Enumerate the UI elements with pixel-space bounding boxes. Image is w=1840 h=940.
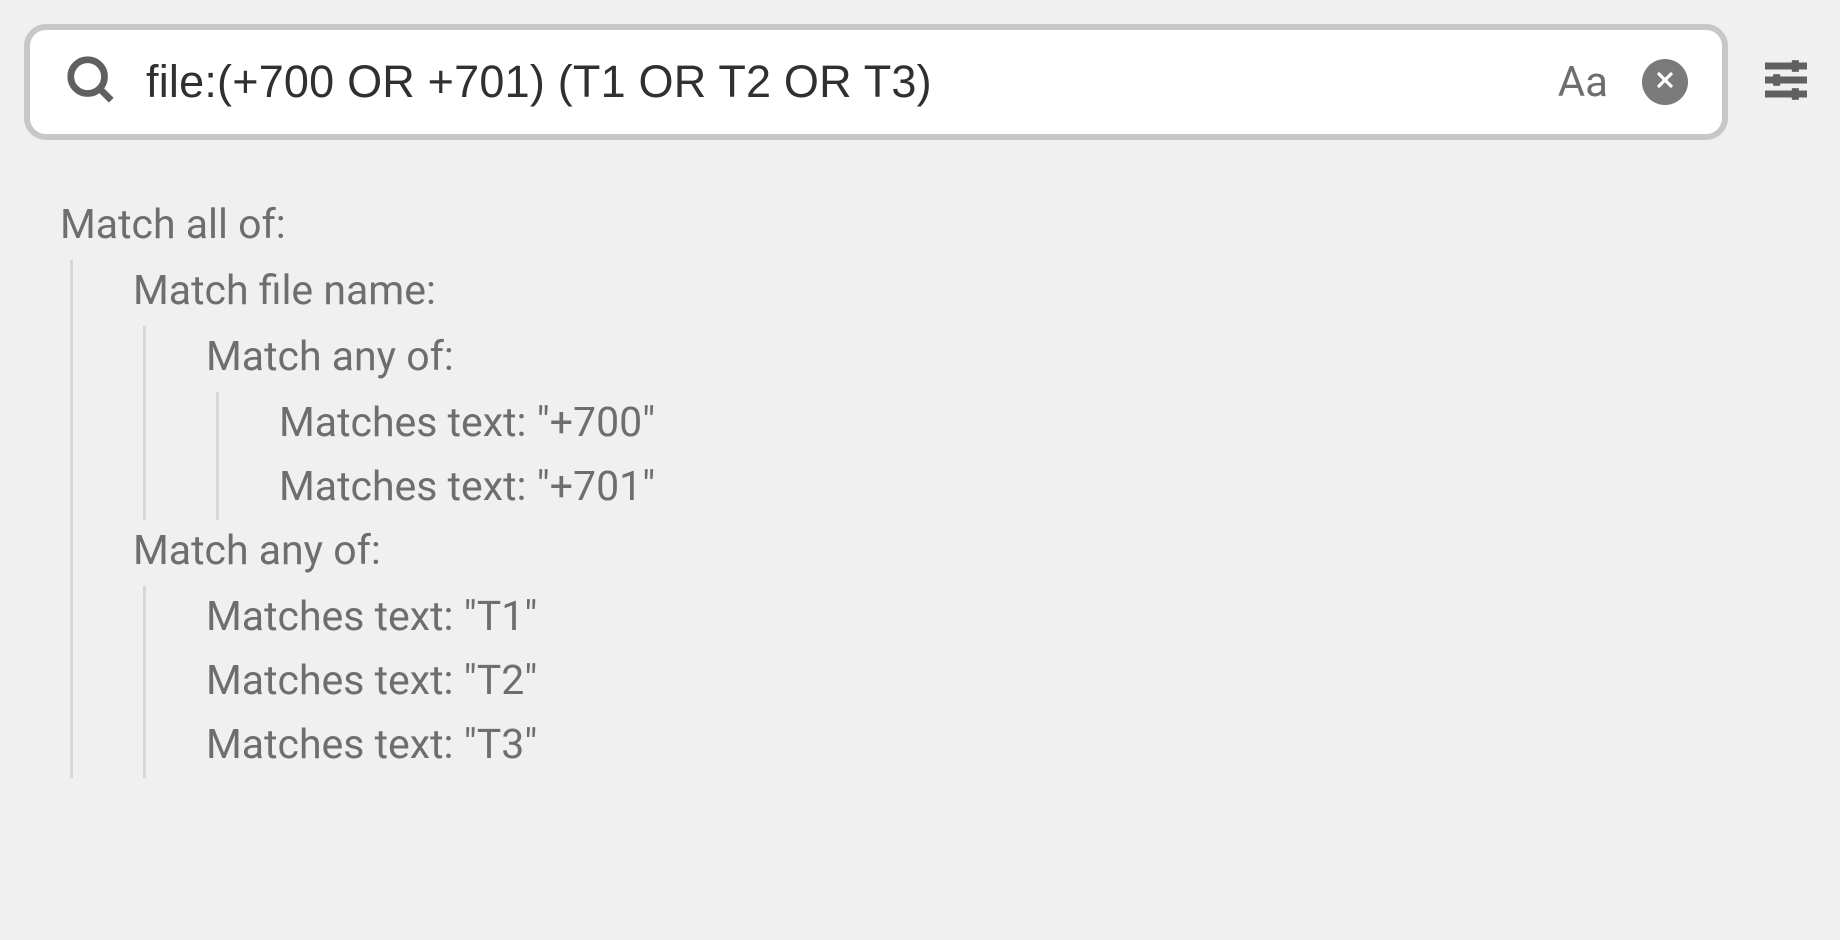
explain-label: Match all of: [60, 194, 1816, 258]
explain-node: Match any of: Matches text: "T1" Matches… [133, 520, 1816, 778]
explain-node: Match file name: Match any of: Matches t… [133, 260, 1816, 520]
search-box: Aa [24, 24, 1728, 140]
search-icon [64, 53, 118, 111]
search-input[interactable] [146, 56, 1524, 108]
query-explain-tree: Match all of: Match file name: Match any… [60, 194, 1816, 778]
explain-node: Matches text: "T2" [206, 650, 1816, 714]
explain-label: Matches text: "+701" [279, 456, 1816, 520]
explain-label: Matches text: "T2" [206, 650, 1816, 714]
explain-label: Match any of: [133, 520, 1816, 584]
explain-node: Matches text: "+700" [279, 392, 1816, 456]
close-icon [1653, 68, 1677, 96]
explain-node: Match any of: Matches text: "+700" Match… [206, 326, 1816, 520]
explain-label: Matches text: "+700" [279, 392, 1816, 456]
explain-label: Match file name: [133, 260, 1816, 324]
clear-button[interactable] [1642, 59, 1688, 105]
sliders-icon [1758, 52, 1814, 112]
explain-node: Match all of: Match file name: Match any… [60, 194, 1816, 778]
explain-node: Matches text: "T1" [206, 586, 1816, 650]
case-sensitive-toggle[interactable]: Aa [1552, 58, 1614, 107]
explain-node: Matches text: "T3" [206, 714, 1816, 778]
settings-button[interactable] [1756, 52, 1816, 112]
explain-label: Matches text: "T3" [206, 714, 1816, 778]
explain-label: Match any of: [206, 326, 1816, 390]
explain-label: Matches text: "T1" [206, 586, 1816, 650]
explain-node: Matches text: "+701" [279, 456, 1816, 520]
